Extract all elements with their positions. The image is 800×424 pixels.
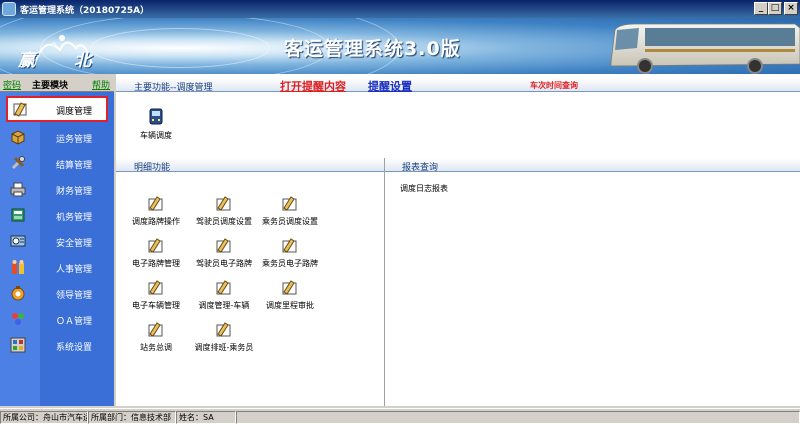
window-title: 客运管理系统（20180725A） [20, 6, 150, 16]
document-pen-icon [282, 238, 297, 253]
book-icon [11, 208, 25, 222]
leader-icon [11, 286, 25, 301]
bus-icon [610, 23, 800, 74]
sidebar-item-label: 机务管理 [56, 213, 93, 223]
sidebar-item-personnel[interactable]: 人事管理 [0, 254, 114, 280]
detail-item-attendant-dispatch[interactable]: 乘务员调度设置 [250, 194, 330, 230]
main-modules-title: 主要模块 [32, 81, 69, 91]
people-icon [12, 260, 24, 274]
report-query-bar: 报表查询 [384, 158, 800, 173]
tools-icon [11, 156, 25, 170]
main-function-label: 主要功能--调度管理 [134, 83, 213, 93]
status-user-name: 姓名：SA [176, 411, 236, 424]
password-link[interactable]: 密码 [3, 78, 21, 91]
sidebar-item-finance[interactable]: 财务管理 [0, 176, 114, 202]
sidebar-item-label: 系统设置 [56, 343, 93, 353]
detail-function-label: 明细功能 [134, 163, 171, 173]
app-icon [2, 2, 16, 16]
document-pen-icon [148, 238, 163, 253]
minimize-button[interactable]: _ [754, 2, 768, 15]
sidebar-item-operations[interactable]: 运务管理 [0, 124, 114, 150]
sidebar-item-leadership[interactable]: 领导管理 [0, 280, 114, 306]
status-bar: 所属公司：舟山市汽车运输 所属部门：信息技术部 姓名：SA [0, 408, 800, 424]
maximize-button[interactable]: □ [768, 2, 782, 15]
report-query-label: 报表查询 [402, 163, 439, 173]
tool-label: 车辆调度 [140, 131, 172, 140]
main-function-bar: 主要功能--调度管理 [116, 78, 800, 93]
detail-item-mileage-approval[interactable]: 调度里程审批 [250, 278, 330, 314]
status-company: 所属公司：舟山市汽车运输 [0, 411, 88, 424]
sidebar-item-label: 结算管理 [56, 161, 93, 171]
status-empty [236, 411, 800, 424]
document-pen-icon [282, 196, 297, 211]
document-pen-icon [282, 280, 297, 295]
sidebar-item-dispatch[interactable]: 调度管理 [6, 96, 108, 122]
help-link[interactable]: 帮助 [92, 78, 110, 91]
box-icon [11, 130, 25, 145]
safety-icon [10, 235, 26, 247]
sidebar-item-label: 运务管理 [56, 135, 93, 145]
document-pen-icon [216, 196, 231, 211]
sidebar-item-label: 财务管理 [56, 187, 93, 197]
logo: 赢 北 [14, 30, 104, 71]
open-reminder-link[interactable]: 打开提醒内容 [280, 78, 346, 94]
sidebar-item-safety[interactable]: 安全管理 [0, 228, 114, 254]
document-pen-icon [148, 322, 163, 337]
logo-char-1: 赢 [18, 51, 35, 71]
detail-function-bar: 明细功能 [116, 158, 384, 173]
document-pen-icon [216, 238, 231, 253]
detail-item-attendant-e-roadsign[interactable]: 乘务员电子路牌 [250, 236, 330, 272]
sidebar-item-label: 安全管理 [56, 239, 93, 249]
detail-item-attendant-shift[interactable]: 调度排班-乘务员 [184, 320, 264, 356]
document-pen-icon [148, 280, 163, 295]
main-content: 主要功能--调度管理 打开提醒内容 提醒设置 车次时间查询 车辆调度 明细功能 … [116, 74, 800, 406]
left-panel-header: 密码 主要模块 帮助 [0, 74, 114, 92]
schedule-time-query-link[interactable]: 车次时间查询 [530, 80, 578, 91]
logo-char-2: 北 [74, 51, 91, 71]
header-banner: 赢 北 客运管理系统3.0版 [0, 18, 800, 74]
sidebar-item-system-settings[interactable]: 系统设置 [0, 332, 114, 358]
tool-label: 乘务员电子路牌 [262, 259, 318, 268]
reminder-settings-link[interactable]: 提醒设置 [368, 78, 412, 94]
banner-title: 客运管理系统3.0版 [284, 38, 461, 60]
settings-icon [10, 337, 26, 353]
sidebar-item-oa[interactable]: ＯＡ管理 [0, 306, 114, 332]
close-button[interactable]: × [784, 2, 798, 15]
printer-icon [10, 182, 26, 197]
sidebar-item-mechanical[interactable]: 机务管理 [0, 202, 114, 228]
status-department: 所属部门：信息技术部 [88, 411, 176, 424]
module-sidebar: 调度管理 运务管理 结算管理 财务管理 机务管理 安全管理 人事管理 领导管理 … [0, 92, 114, 406]
bus-front-icon [149, 108, 163, 125]
vehicle-dispatch-tool[interactable]: 车辆调度 [116, 108, 196, 144]
tool-label: 调度排班-乘务员 [194, 343, 254, 352]
sidebar-item-label: 领导管理 [56, 291, 93, 301]
sidebar-item-label: ＯＡ管理 [56, 317, 93, 327]
document-pen-icon [216, 280, 231, 295]
oa-icon [12, 313, 24, 325]
report-item-dispatch-log[interactable]: 调度日志报表 [400, 183, 448, 194]
sidebar-item-label: 调度管理 [56, 107, 93, 117]
tool-label: 乘务员调度设置 [262, 217, 318, 226]
sidebar-item-label: 人事管理 [56, 265, 93, 275]
sidebar-item-settlement[interactable]: 结算管理 [0, 150, 114, 176]
title-bar[interactable]: 客运管理系统（20180725A） _ □ × [0, 0, 800, 18]
section-divider [384, 158, 385, 406]
document-pen-icon [148, 196, 163, 211]
document-pen-icon [216, 322, 231, 337]
tool-label: 调度里程审批 [266, 301, 314, 310]
dispatch-icon [13, 102, 27, 117]
